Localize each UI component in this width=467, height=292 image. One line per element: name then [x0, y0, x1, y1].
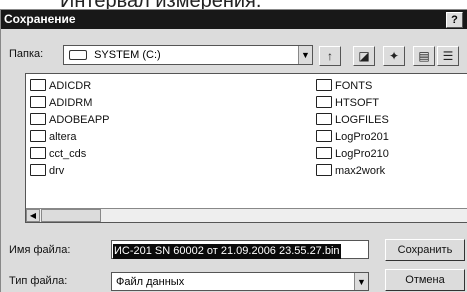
horizontal-scrollbar[interactable]: ◀	[26, 208, 467, 222]
scroll-left-icon[interactable]: ◀	[26, 209, 40, 222]
folder-item[interactable]: LogPro210	[316, 146, 389, 162]
chevron-down-icon[interactable]: ▼	[298, 46, 312, 64]
desktop-button[interactable]: ◪	[353, 46, 375, 66]
filename-input[interactable]: ИС-201 SN 60002 от 21.09.2006 23.55.27.b…	[111, 240, 369, 259]
folder-item[interactable]: cct_cds	[30, 146, 86, 162]
filetype-label: Тип файла:	[9, 275, 68, 287]
folder-item[interactable]: drv	[30, 163, 64, 179]
filename-value: ИС-201 SN 60002 от 21.09.2006 23.55.27.b…	[113, 244, 341, 259]
folder-icon	[316, 96, 332, 109]
folder-item[interactable]: ADICDR	[30, 78, 91, 94]
file-list[interactable]: ADICDR ADIDRM ADOBEAPP altera cct_cds dr…	[25, 73, 467, 223]
folder-combo[interactable]: SYSTEM (C:) ▼	[63, 45, 313, 65]
folder-icon	[316, 130, 332, 143]
scrollbar-thumb[interactable]	[41, 209, 101, 222]
dialog-title: Сохранение	[4, 12, 76, 26]
folder-icon	[316, 164, 332, 177]
folder-icon	[30, 147, 46, 160]
folder-item[interactable]: max2work	[316, 163, 385, 179]
folder-item[interactable]: LogPro201	[316, 129, 389, 145]
folder-icon	[30, 96, 46, 109]
folder-icon	[316, 147, 332, 160]
folder-icon	[30, 130, 46, 143]
drive-icon	[69, 50, 87, 61]
help-button[interactable]: ?	[446, 12, 463, 28]
save-button[interactable]: Сохранить	[385, 239, 465, 261]
save-dialog: Сохранение ? Папка: SYSTEM (C:) ▼ ↑ ◪ ✦ …	[0, 9, 467, 292]
folder-item[interactable]: HTSOFT	[316, 95, 379, 111]
list-view-button[interactable]: ▤	[413, 46, 435, 66]
folder-item[interactable]: LOGFILES	[316, 112, 389, 128]
folder-icon	[30, 164, 46, 177]
folder-item[interactable]: ADOBEAPP	[30, 112, 110, 128]
folder-value: SYSTEM (C:)	[94, 49, 161, 61]
up-folder-button[interactable]: ↑	[319, 46, 341, 66]
chevron-down-icon[interactable]: ▼	[354, 273, 368, 290]
folder-icon	[30, 79, 46, 92]
filename-label: Имя файла:	[9, 244, 71, 256]
filetype-select[interactable]: Файл данных ▼	[111, 272, 369, 291]
folder-item[interactable]: FONTS	[316, 78, 372, 94]
dialog-titlebar: Сохранение ?	[1, 10, 467, 29]
cancel-button[interactable]: Отмена	[385, 269, 465, 291]
details-view-button[interactable]: ☰	[437, 46, 459, 66]
folder-label: Папка:	[9, 48, 44, 60]
new-folder-button[interactable]: ✦	[383, 46, 405, 66]
folder-icon	[316, 79, 332, 92]
folder-item[interactable]: ADIDRM	[30, 95, 92, 111]
folder-item[interactable]: altera	[30, 129, 77, 145]
folder-icon	[30, 113, 46, 126]
folder-icon	[316, 113, 332, 126]
filetype-value: Файл данных	[116, 276, 185, 288]
